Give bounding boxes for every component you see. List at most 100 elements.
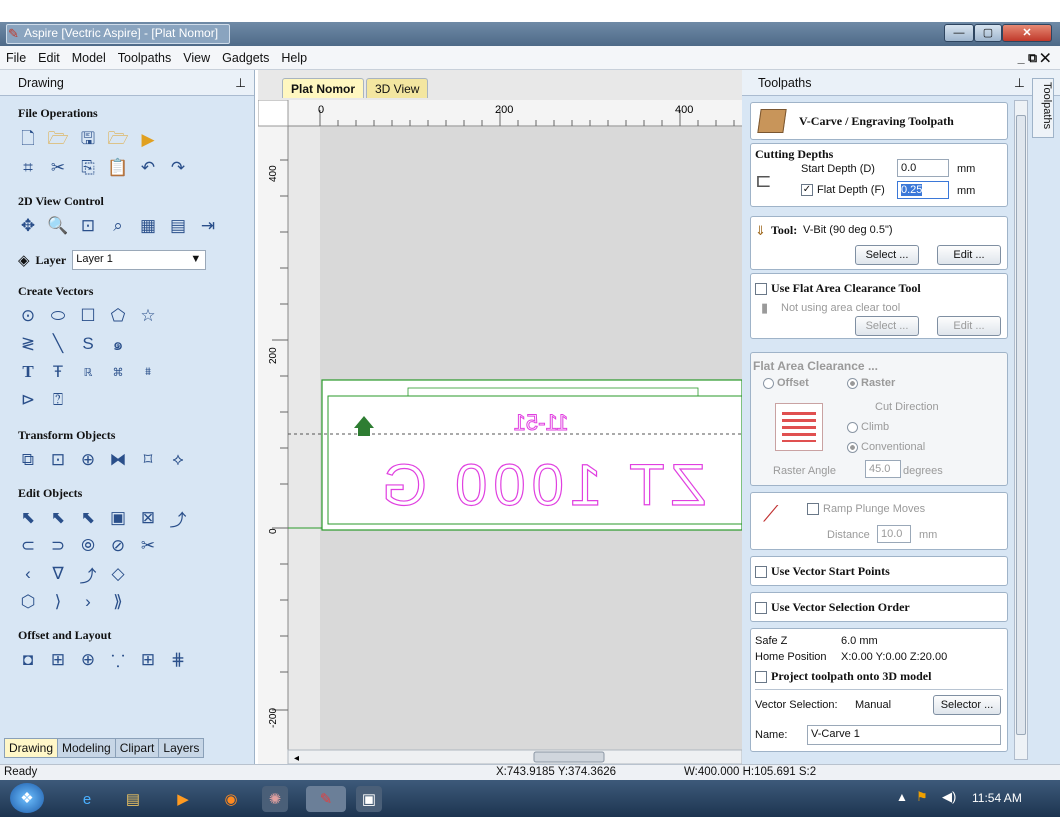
smooth-icon[interactable]: ⤴ xyxy=(166,506,190,530)
save-icon[interactable]: 🖫 xyxy=(76,128,100,152)
circle-icon[interactable]: ⊙ xyxy=(16,304,40,328)
menu-view[interactable]: View xyxy=(177,46,216,70)
group-icon[interactable]: ▣ xyxy=(106,506,130,530)
tab-drawing[interactable]: Drawing xyxy=(4,738,59,758)
zoom-box-icon[interactable]: ⊡ xyxy=(76,214,100,238)
spiral-icon[interactable]: ๑ xyxy=(106,332,130,356)
array-copy-icon[interactable]: ⊞ xyxy=(46,648,70,672)
pan-icon[interactable]: ✥ xyxy=(16,214,40,238)
cut-icon[interactable]: ✂ xyxy=(46,156,70,180)
text-fit-icon[interactable]: ⩩ xyxy=(136,360,160,384)
redo-icon[interactable]: ↷ xyxy=(166,156,190,180)
clear-select-button[interactable]: Select ... xyxy=(855,316,919,336)
zoom-icon[interactable]: 🔍 xyxy=(46,214,70,238)
intersect-icon[interactable]: ⦾ xyxy=(76,534,100,558)
join-curve-icon[interactable]: ⤴ xyxy=(76,562,100,586)
close-vector-icon[interactable]: ⬡ xyxy=(16,590,40,614)
clock[interactable]: 11:54 AM xyxy=(972,791,1022,805)
nesting-icon[interactable]: ⊞ xyxy=(136,648,160,672)
view-grid-icon[interactable]: ▦ xyxy=(136,214,160,238)
weld-icon[interactable]: ⊂ xyxy=(16,534,40,558)
menu-file[interactable]: File xyxy=(0,46,32,70)
offset-radio[interactable] xyxy=(763,377,774,389)
ramp-checkbox[interactable] xyxy=(807,503,819,516)
open-folder-icon[interactable]: 🗁 xyxy=(46,128,70,152)
mdi-controls[interactable]: _ ⧉ ✕ xyxy=(1012,46,1056,70)
vertical-scrollbar[interactable] xyxy=(1014,100,1028,760)
menu-gadgets[interactable]: Gadgets xyxy=(216,46,275,70)
select-pointer-icon[interactable]: ⬉ xyxy=(16,506,40,530)
tool-edit-button[interactable]: Edit ... xyxy=(937,245,1001,265)
arc-icon[interactable]: ╲ xyxy=(46,332,70,356)
minimize-button[interactable]: — xyxy=(944,24,974,42)
save-as-icon[interactable]: 🗁 xyxy=(106,128,130,152)
climb-radio[interactable] xyxy=(847,421,858,433)
aspire-task-icon[interactable]: ✺ xyxy=(262,786,288,812)
maximize-button[interactable]: ▢ xyxy=(974,24,1002,42)
layer-select[interactable]: Layer 1 ▼ xyxy=(72,250,207,270)
extend-icon[interactable]: ⟩ xyxy=(46,590,70,614)
polygon-icon[interactable]: ⬠ xyxy=(106,304,130,328)
flat-depth-input[interactable]: 0.25 xyxy=(897,181,949,199)
ie-icon[interactable]: e xyxy=(74,786,100,812)
text-icon[interactable]: T xyxy=(16,360,40,384)
chrome-icon[interactable]: ◉ xyxy=(218,786,244,812)
curve-icon[interactable]: S xyxy=(76,332,100,356)
raster-radio[interactable] xyxy=(847,377,858,389)
fit-curve-icon[interactable]: › xyxy=(76,590,100,614)
measure-icon[interactable]: ⍰ xyxy=(46,388,70,412)
paste-icon[interactable]: 📋 xyxy=(106,156,130,180)
zoom-out-icon[interactable]: ⌕ xyxy=(106,214,130,238)
rectangle-icon[interactable]: ☐ xyxy=(76,304,100,328)
text-arc-icon[interactable]: ⌘ xyxy=(106,360,130,384)
dimension-icon[interactable]: ⊳ xyxy=(16,388,40,412)
close-button[interactable]: ✕ xyxy=(1002,24,1052,42)
tab-layers[interactable]: Layers xyxy=(158,738,205,758)
align-icon[interactable]: ⟡ xyxy=(166,448,190,472)
flat-clearance-checkbox[interactable] xyxy=(755,283,767,296)
scrollbar-thumb[interactable] xyxy=(1016,115,1026,735)
flat-depth-checkbox[interactable]: ✓ xyxy=(801,184,813,197)
node-edit-icon[interactable]: ⬉ xyxy=(46,506,70,530)
side-tab-toolpaths[interactable]: Toolpaths xyxy=(1032,78,1054,138)
canvas[interactable]: 0 200 400 400 200 0 -200 11-51 ZT 1000 G… xyxy=(258,100,742,764)
ramp-distance-input[interactable]: 10.0 xyxy=(877,525,911,543)
subtract-icon[interactable]: ⊃ xyxy=(46,534,70,558)
pin-icon[interactable]: ⊥ xyxy=(235,70,246,96)
explorer-icon[interactable]: ▤ xyxy=(120,786,146,812)
polyline-icon[interactable]: ≷ xyxy=(16,332,40,356)
tab-3d-view[interactable]: 3D View xyxy=(366,78,429,98)
menu-model[interactable]: Model xyxy=(66,46,112,70)
select-all-icon[interactable]: ⌗ xyxy=(16,156,40,180)
view-split-icon[interactable]: ▤ xyxy=(166,214,190,238)
copy-along-icon[interactable]: ⸪ xyxy=(106,648,130,672)
rotate-icon[interactable]: ⊕ xyxy=(76,448,100,472)
distort-icon[interactable]: ⌑ xyxy=(136,448,160,472)
view-exit-icon[interactable]: ⇥ xyxy=(196,214,220,238)
join-open-icon[interactable]: ‹ xyxy=(16,562,40,586)
tool-select-button[interactable]: Select ... xyxy=(855,245,919,265)
tray-arrow-icon[interactable]: ▲ xyxy=(896,790,908,804)
menu-edit[interactable]: Edit xyxy=(32,46,66,70)
window-task-icon[interactable]: ▣ xyxy=(356,786,382,812)
layout-icon[interactable]: ⋕ xyxy=(166,648,190,672)
clear-edit-button[interactable]: Edit ... xyxy=(937,316,1001,336)
toolpath-name-input[interactable]: V-Carve 1 xyxy=(807,725,1001,745)
tab-clipart[interactable]: Clipart xyxy=(114,738,160,758)
ellipse-icon[interactable]: ⬭ xyxy=(46,304,70,328)
star-icon[interactable]: ☆ xyxy=(136,304,160,328)
fillet-icon[interactable]: ◇ xyxy=(106,562,130,586)
offset-icon[interactable]: ◘ xyxy=(16,648,40,672)
selection-order-checkbox[interactable] xyxy=(755,602,767,615)
undo-icon[interactable]: ↶ xyxy=(136,156,160,180)
join-line-icon[interactable]: ∇ xyxy=(46,562,70,586)
start-points-checkbox[interactable] xyxy=(755,566,767,579)
tab-modeling[interactable]: Modeling xyxy=(57,738,116,758)
new-file-icon[interactable]: 🗋 xyxy=(16,128,40,152)
mirror-icon[interactable]: ⧓ xyxy=(106,448,130,472)
raster-angle-input[interactable]: 45.0 xyxy=(865,460,901,478)
aspire-window-task[interactable]: ✎ xyxy=(306,786,346,812)
scissors-icon[interactable]: ✂ xyxy=(136,534,160,558)
import-icon[interactable]: ▶ xyxy=(136,128,160,152)
scale-icon[interactable]: ⊡ xyxy=(46,448,70,472)
